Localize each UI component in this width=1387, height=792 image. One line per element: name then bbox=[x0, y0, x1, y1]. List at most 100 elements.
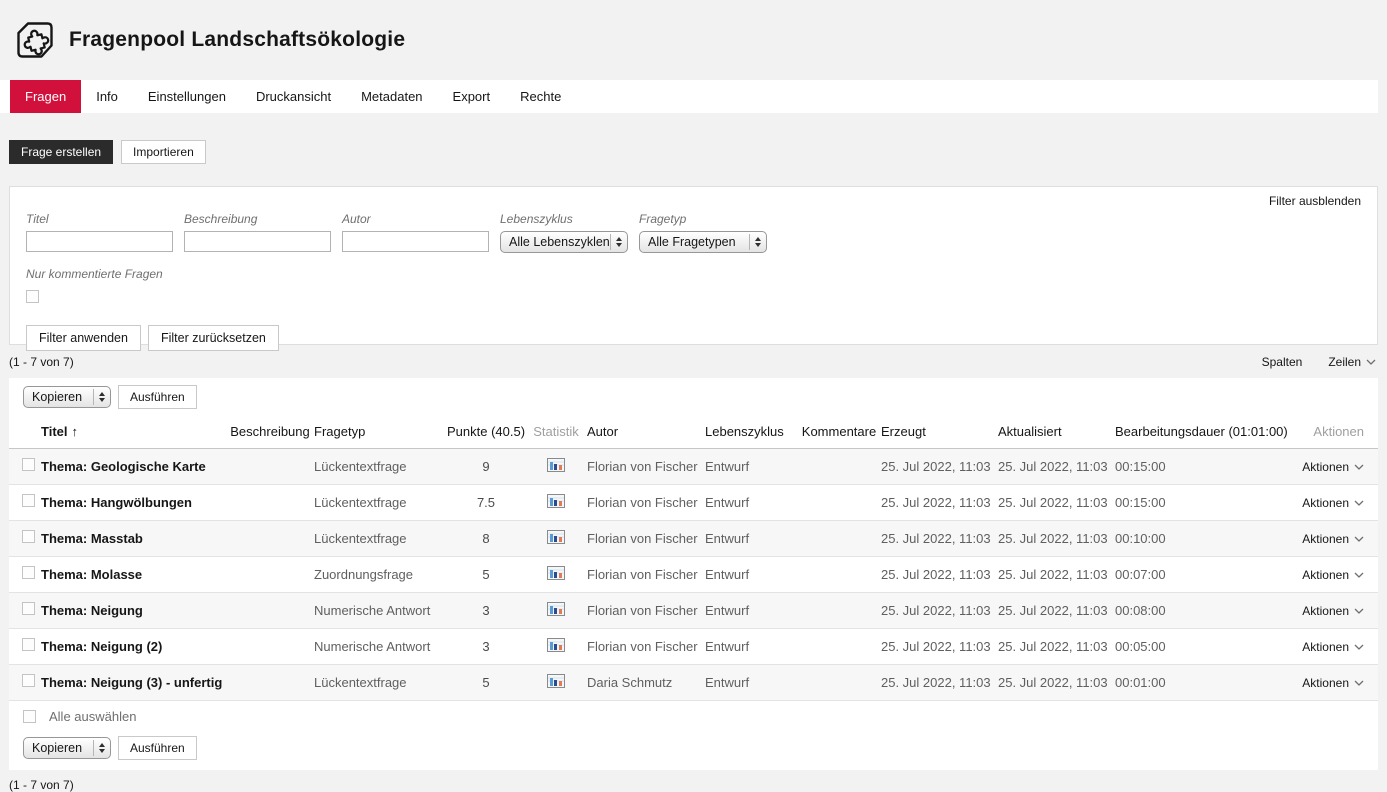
row-checkbox[interactable] bbox=[22, 494, 35, 507]
tab-einstellungen[interactable]: Einstellungen bbox=[133, 80, 241, 113]
bulk-action-select-bottom[interactable]: Kopieren bbox=[23, 737, 111, 759]
chevron-down-icon bbox=[1354, 680, 1364, 686]
question-description bbox=[226, 520, 314, 556]
rows-control-label: Zeilen bbox=[1328, 355, 1361, 369]
tab-rechte[interactable]: Rechte bbox=[505, 80, 576, 113]
row-checkbox[interactable] bbox=[22, 458, 35, 471]
question-title-link[interactable]: Thema: Geologische Karte bbox=[41, 448, 226, 484]
question-type: Lückentextfrage bbox=[314, 448, 447, 484]
row-actions-button[interactable]: Aktionen bbox=[1302, 460, 1364, 474]
rows-control[interactable]: Zeilen bbox=[1328, 355, 1376, 369]
statistics-icon[interactable] bbox=[547, 638, 565, 655]
question-duration: 00:05:00 bbox=[1115, 628, 1287, 664]
row-checkbox[interactable] bbox=[22, 674, 35, 687]
question-comments bbox=[797, 484, 881, 520]
column-header-description[interactable]: Beschreibung bbox=[226, 416, 314, 448]
column-header-duration[interactable]: Bearbeitungsdauer (01:01:00) bbox=[1115, 416, 1287, 448]
row-actions-button[interactable]: Aktionen bbox=[1302, 676, 1364, 690]
row-actions-button[interactable]: Aktionen bbox=[1302, 532, 1364, 546]
column-header-title[interactable]: Titel↑ bbox=[41, 416, 226, 448]
select-all-checkbox[interactable] bbox=[23, 710, 36, 723]
column-header-comments[interactable]: Kommentare bbox=[797, 416, 881, 448]
filter-field-author: Autor bbox=[342, 212, 489, 253]
question-updated: 25. Jul 2022, 11:03 bbox=[998, 628, 1115, 664]
statistics-icon[interactable] bbox=[547, 602, 565, 619]
table-row: Thema: Hangwölbungen Lückentextfrage 7.5… bbox=[9, 484, 1378, 520]
column-header-points[interactable]: Punkte (40.5) bbox=[447, 416, 525, 448]
tab-metadaten[interactable]: Metadaten bbox=[346, 80, 437, 113]
row-actions-button[interactable]: Aktionen bbox=[1302, 640, 1364, 654]
question-lifecycle: Entwurf bbox=[705, 448, 797, 484]
tab-druckansicht[interactable]: Druckansicht bbox=[241, 80, 346, 113]
question-points: 8 bbox=[447, 520, 525, 556]
tab-info[interactable]: Info bbox=[81, 80, 133, 113]
tab-bar: Fragen Info Einstellungen Druckansicht M… bbox=[0, 80, 1378, 113]
execute-button-bottom[interactable]: Ausführen bbox=[118, 736, 197, 760]
commented-filter-label: Nur kommentierte Fragen bbox=[26, 267, 1361, 281]
question-title-link[interactable]: Thema: Masstab bbox=[41, 520, 226, 556]
statistics-icon[interactable] bbox=[547, 530, 565, 547]
columns-control[interactable]: Spalten bbox=[1262, 355, 1303, 369]
question-created: 25. Jul 2022, 11:03 bbox=[881, 664, 998, 700]
author-filter-input[interactable] bbox=[342, 231, 489, 252]
row-checkbox[interactable] bbox=[22, 566, 35, 579]
question-points: 7.5 bbox=[447, 484, 525, 520]
row-actions-button[interactable]: Aktionen bbox=[1302, 604, 1364, 618]
questions-table-panel: Kopieren Ausführen Titel↑ Beschreibung F… bbox=[9, 378, 1378, 770]
question-description bbox=[226, 592, 314, 628]
description-filter-input[interactable] bbox=[184, 231, 331, 252]
questiontype-filter-label: Fragetyp bbox=[639, 212, 767, 226]
tab-fragen[interactable]: Fragen bbox=[10, 80, 81, 113]
execute-button-top[interactable]: Ausführen bbox=[118, 385, 197, 409]
row-checkbox[interactable] bbox=[22, 602, 35, 615]
hide-filter-link[interactable]: Filter ausblenden bbox=[1269, 194, 1361, 208]
question-type: Lückentextfrage bbox=[314, 520, 447, 556]
row-actions-button[interactable]: Aktionen bbox=[1302, 496, 1364, 510]
column-header-actions: Aktionen bbox=[1287, 416, 1378, 448]
row-checkbox[interactable] bbox=[22, 530, 35, 543]
row-checkbox[interactable] bbox=[22, 638, 35, 651]
create-question-button[interactable]: Frage erstellen bbox=[9, 140, 113, 164]
column-header-lifecycle[interactable]: Lebenszyklus bbox=[705, 416, 797, 448]
column-header-updated[interactable]: Aktualisiert bbox=[998, 416, 1115, 448]
statistics-icon[interactable] bbox=[547, 458, 565, 475]
question-created: 25. Jul 2022, 11:03 bbox=[881, 484, 998, 520]
question-lifecycle: Entwurf bbox=[705, 592, 797, 628]
question-points: 5 bbox=[447, 556, 525, 592]
column-header-type[interactable]: Fragetyp bbox=[314, 416, 447, 448]
title-filter-input[interactable] bbox=[26, 231, 173, 252]
question-title-link[interactable]: Thema: Neigung (2) bbox=[41, 628, 226, 664]
statistics-icon[interactable] bbox=[547, 494, 565, 511]
filter-buttons: Filter anwenden Filter zurücksetzen bbox=[26, 325, 1361, 351]
question-updated: 25. Jul 2022, 11:03 bbox=[998, 592, 1115, 628]
reset-filter-button[interactable]: Filter zurücksetzen bbox=[148, 325, 279, 351]
table-row: Thema: Neigung Numerische Antwort 3 Flor… bbox=[9, 592, 1378, 628]
question-description bbox=[226, 556, 314, 592]
question-duration: 00:10:00 bbox=[1115, 520, 1287, 556]
question-pool-icon bbox=[14, 19, 56, 61]
import-button[interactable]: Importieren bbox=[121, 140, 206, 164]
question-duration: 00:08:00 bbox=[1115, 592, 1287, 628]
bulk-action-select-top[interactable]: Kopieren bbox=[23, 386, 111, 408]
tab-export[interactable]: Export bbox=[438, 80, 506, 113]
lifecycle-select[interactable]: Alle Lebenszyklen bbox=[500, 231, 628, 253]
question-lifecycle: Entwurf bbox=[705, 628, 797, 664]
chevron-down-icon bbox=[1354, 608, 1364, 614]
statistics-icon[interactable] bbox=[547, 566, 565, 583]
statistics-icon[interactable] bbox=[547, 674, 565, 691]
question-title-link[interactable]: Thema: Neigung bbox=[41, 592, 226, 628]
question-description bbox=[226, 448, 314, 484]
question-type: Zuordnungsfrage bbox=[314, 556, 447, 592]
question-title-link[interactable]: Thema: Neigung (3) - unfertig bbox=[41, 664, 226, 700]
select-arrows-icon bbox=[93, 389, 105, 405]
questiontype-select[interactable]: Alle Fragetypen bbox=[639, 231, 767, 253]
row-actions-button[interactable]: Aktionen bbox=[1302, 568, 1364, 582]
table-row: Thema: Neigung (3) - unfertig Lückentext… bbox=[9, 664, 1378, 700]
question-title-link[interactable]: Thema: Hangwölbungen bbox=[41, 484, 226, 520]
question-title-link[interactable]: Thema: Molasse bbox=[41, 556, 226, 592]
column-header-author[interactable]: Autor bbox=[587, 416, 705, 448]
questions-table: Titel↑ Beschreibung Fragetyp Punkte (40.… bbox=[9, 416, 1378, 700]
column-header-created[interactable]: Erzeugt bbox=[881, 416, 998, 448]
apply-filter-button[interactable]: Filter anwenden bbox=[26, 325, 141, 351]
commented-checkbox[interactable] bbox=[26, 290, 39, 303]
